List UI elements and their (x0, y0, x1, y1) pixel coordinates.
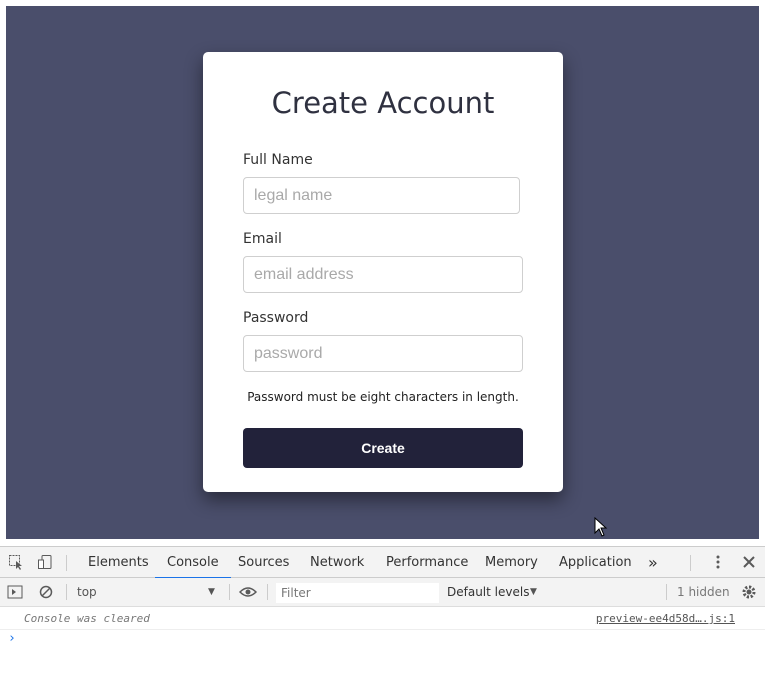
devtools-panel: Elements Console Sources Network Perform… (0, 546, 765, 674)
console-message-row: Console was cleared preview-ee4d58d….js:… (0, 608, 765, 630)
divider (666, 584, 667, 600)
password-label: Password (243, 310, 309, 326)
full-name-label: Full Name (243, 152, 313, 168)
console-toolbar: top ▼ Default levels ▼ 1 hidden (0, 578, 765, 607)
hidden-count: 1 hidden (677, 585, 730, 599)
console-prompt-icon[interactable]: › (8, 631, 16, 646)
password-input[interactable] (243, 335, 523, 372)
tab-application[interactable]: Application (557, 547, 634, 578)
context-select[interactable]: top (77, 578, 97, 607)
clear-console-icon[interactable] (37, 583, 55, 601)
inspect-element-icon[interactable] (7, 553, 25, 571)
close-icon[interactable] (740, 553, 758, 571)
filter-input[interactable] (276, 583, 439, 603)
more-options-icon[interactable] (709, 553, 727, 571)
email-label: Email (243, 231, 282, 247)
devtools-tabbar: Elements Console Sources Network Perform… (0, 547, 765, 579)
divider (229, 584, 230, 600)
device-toolbar-icon[interactable] (36, 553, 54, 571)
console-message: Console was cleared (24, 612, 150, 625)
tab-console[interactable]: Console (155, 547, 231, 579)
eye-icon[interactable] (239, 583, 257, 601)
sidebar-toggle-icon[interactable] (6, 583, 24, 601)
divider (690, 555, 691, 571)
divider (267, 584, 268, 600)
page-viewport: Create Account Full Name Email Password … (6, 6, 759, 539)
password-hint: Password must be eight characters in len… (247, 390, 519, 404)
full-name-input[interactable] (243, 177, 520, 214)
tab-sources[interactable]: Sources (236, 547, 291, 578)
context-dropdown-icon[interactable]: ▼ (208, 578, 215, 607)
gear-icon[interactable] (740, 583, 758, 601)
console-source-link[interactable]: preview-ee4d58d….js:1 (596, 612, 735, 625)
create-button[interactable]: Create (243, 428, 523, 468)
email-input[interactable] (243, 256, 523, 293)
tab-network[interactable]: Network (308, 547, 366, 578)
tab-performance[interactable]: Performance (384, 547, 470, 578)
more-tabs-chevron-icon[interactable]: » (646, 547, 660, 578)
log-levels-dropdown-icon[interactable]: ▼ (530, 578, 537, 607)
page-title: Create Account (271, 86, 495, 120)
divider (66, 555, 67, 571)
create-account-card: Create Account Full Name Email Password … (203, 52, 563, 492)
divider (66, 584, 67, 600)
log-levels-select[interactable]: Default levels (447, 578, 529, 607)
mouse-cursor-icon (594, 517, 608, 537)
tab-memory[interactable]: Memory (483, 547, 540, 578)
tab-elements[interactable]: Elements (86, 547, 151, 578)
